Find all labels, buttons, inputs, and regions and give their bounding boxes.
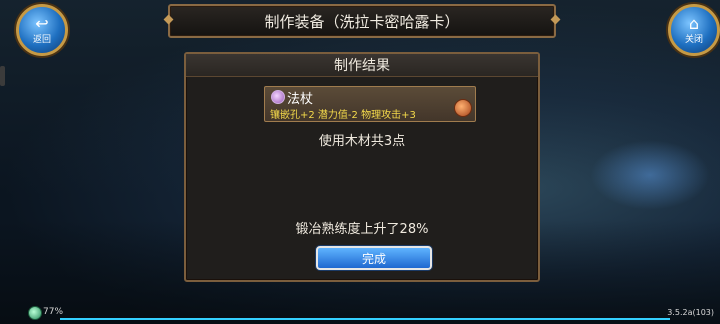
crafted-item-card[interactable]: 法杖 镶嵌孔+2 潜力值-2 物理攻击+3: [264, 86, 476, 122]
item-name: 法杖: [287, 92, 314, 107]
dialog-title: 制作结果: [186, 54, 538, 77]
battery-icon: [28, 306, 42, 320]
scene-glow: [590, 140, 710, 210]
result-dialog: 制作结果 法杖 镶嵌孔+2 潜力值-2 物理攻击+3 使用木材共3点 锻冶熟练度…: [184, 52, 540, 282]
version-label: 3.5.2a(103): [667, 308, 714, 317]
item-badge-icon: [454, 99, 472, 117]
experience-bar: [60, 318, 670, 320]
back-button[interactable]: ↩ 返回: [16, 4, 68, 56]
proficiency-text: 锻冶熟练度上升了28%: [295, 222, 429, 237]
close-button-label: 关闭: [684, 34, 703, 45]
back-button-label: 返回: [32, 34, 51, 45]
staff-icon: [271, 90, 285, 104]
page-title-bar: 制作装备（洗拉卡密哈露卡）: [163, 4, 561, 38]
close-button[interactable]: ⌂ 关闭: [668, 4, 720, 56]
item-stats: 镶嵌孔+2 潜力值-2 物理攻击+3: [270, 110, 416, 121]
material-usage-text: 使用木材共3点: [318, 134, 406, 149]
left-edge-handle: [0, 66, 5, 86]
back-arrow-icon: ↩: [35, 13, 49, 33]
battery-level: 77%: [43, 307, 64, 317]
done-button[interactable]: 完成: [316, 246, 432, 270]
page-title: 制作装备（洗拉卡密哈露卡）: [264, 12, 460, 31]
house-icon: ⌂: [688, 13, 700, 33]
